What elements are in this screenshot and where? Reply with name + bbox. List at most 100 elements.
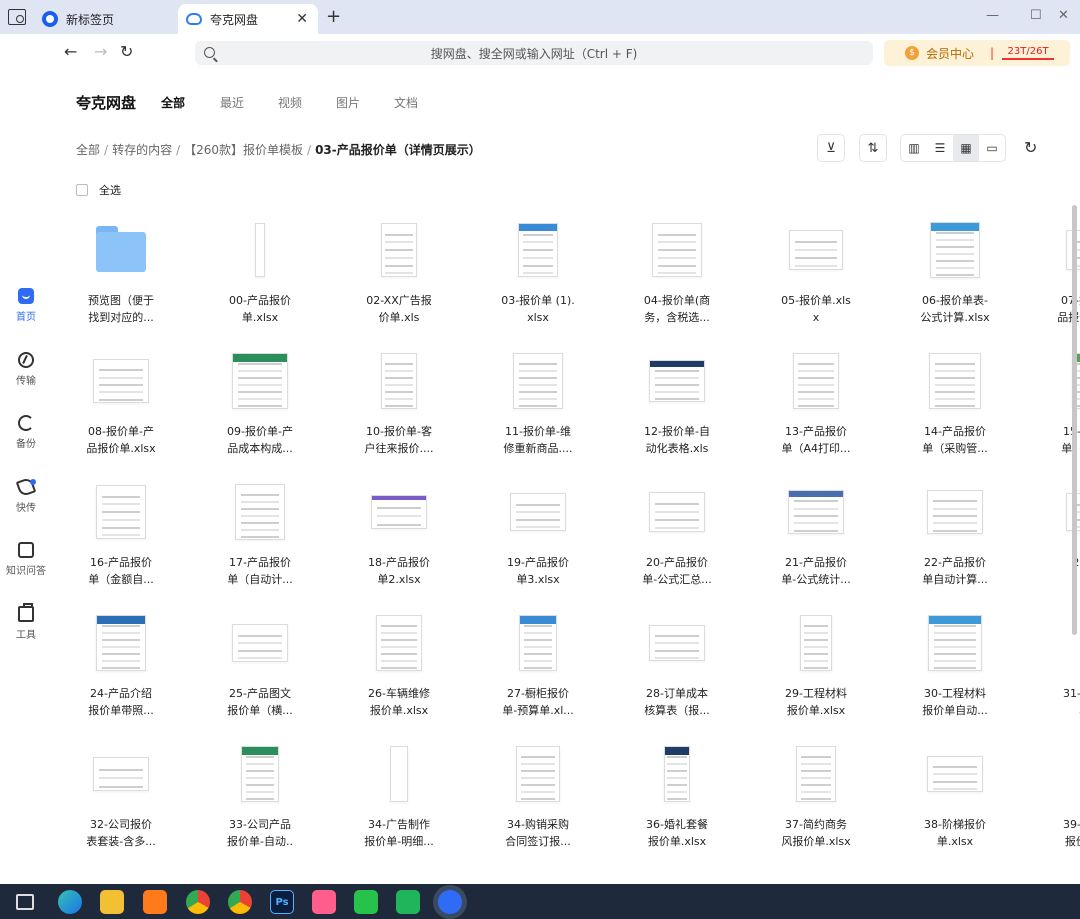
sidebar-item-tools[interactable]: 工具 [0,603,52,641]
taobao-icon[interactable] [143,890,167,914]
chrome-icon[interactable] [228,890,252,914]
wechat-icon[interactable] [354,890,378,914]
sidebar-item-backup[interactable]: 备份 [0,415,52,450]
file-item[interactable]: 39-快递运费报价单.xlsx [1033,742,1080,862]
folder-item[interactable]: 预览图（便于 找到对应的... [60,218,182,338]
messages-icon[interactable] [396,890,420,914]
knowledge-icon [18,542,34,558]
file-item[interactable]: 12-报价单-自 动化表格.xls [616,349,738,469]
file-item[interactable]: 17-产品报价 单（自动计... [199,480,321,600]
vip-center-button[interactable]: $ 会员中心 | 23T/26T [884,40,1070,66]
file-item[interactable]: 34-广告制作 报价单-明细... [338,742,460,862]
file-explorer-icon[interactable] [100,890,124,914]
file-item[interactable]: 09-报价单-产 品成本构成... [199,349,321,469]
file-item[interactable]: 30-工程材料 报价单自动... [894,611,1016,731]
file-item[interactable]: 00-产品报价 单.xlsx [199,218,321,338]
file-item[interactable]: 18-产品报价 单2.xlsx [338,480,460,600]
select-all-checkbox[interactable] [76,184,88,196]
close-window-button[interactable]: ✕ [1058,8,1069,23]
filter-tab-recent[interactable]: 最近 [220,94,244,111]
quark-icon[interactable] [438,890,462,914]
close-icon[interactable]: ✕ [296,11,308,27]
sidebar-item-transfer[interactable]: 传输 [0,352,52,387]
file-item[interactable]: 36-婚礼套餐 报价单.xlsx [616,742,738,862]
file-item[interactable]: 29-工程材料 报价单.xlsx [755,611,877,731]
file-item[interactable]: 22-产品报价 单自动计算... [894,480,1016,600]
file-name-line: 报价单-自动.. [227,835,293,848]
url-input[interactable]: 搜网盘、搜全网或输入网址（Ctrl + F) [195,41,873,65]
file-item[interactable]: 19-产品报价 单3.xlsx [477,480,599,600]
new-tab-button[interactable]: + [326,6,341,27]
file-item[interactable]: 13-产品报价 单（A4打印... [755,349,877,469]
forward-button[interactable]: → [94,42,107,61]
file-name: 37-简约商务 风报价单.xlsx [755,816,877,850]
sidebar-item-knowledge[interactable]: 知识问答 [0,542,52,577]
file-name-line: xlsx [527,311,549,324]
breadcrumb-item[interactable]: 全部 [76,143,100,157]
app-icon[interactable] [312,890,336,914]
breadcrumb-item[interactable]: 转存的内容 [112,143,172,157]
file-item[interactable]: 16-产品报价 单（金额自... [60,480,182,600]
select-all[interactable]: 全选 [76,182,121,198]
sidebar-item-label: 首页 [16,312,36,323]
url-placeholder: 搜网盘、搜全网或输入网址（Ctrl + F) [430,46,638,61]
color-app-icon[interactable] [186,890,210,914]
vip-label: 会员中心 [926,46,975,61]
file-item[interactable]: 08-报价单-产 品报价单.xlsx [60,349,182,469]
file-item[interactable]: 21-产品报价 单-公式统计... [755,480,877,600]
filter-tab-all[interactable]: 全部 [161,94,185,111]
file-item[interactable]: 38-阶梯报价 单.xlsx [894,742,1016,862]
task-view-icon[interactable] [16,894,34,910]
breadcrumb-current: 03-产品报价单（详情页展示） [315,143,481,157]
file-item[interactable]: 34-购销采购 合同签订报... [477,742,599,862]
breadcrumb-item[interactable]: 【260款】报价单模板 [184,143,303,157]
file-name: 25-产品图文 报价单（横... [199,685,321,719]
file-item[interactable]: 20-产品报价 单-公式汇总... [616,480,738,600]
file-item[interactable]: 28-订单成本 核算表（报... [616,611,738,731]
reload-button[interactable]: ↻ [120,42,133,61]
view-columns-button[interactable]: ▥ [901,135,927,161]
file-item[interactable]: 02-XX广告报 价单.xls [338,218,460,338]
sidebar-item-home[interactable]: 首页 [0,288,52,323]
file-item[interactable]: 37-简约商务 风报价单.xlsx [755,742,877,862]
file-name-line: 05-报价单.xls [781,294,851,307]
back-button[interactable]: ← [64,42,77,61]
edge-icon[interactable] [58,890,82,914]
file-item[interactable]: 11-报价单-维 修重新商品.... [477,349,599,469]
spreadsheet-thumbnail [649,492,705,532]
photoshop-icon[interactable]: Ps [270,890,294,914]
file-item[interactable]: 33-公司产品 报价单-自动.. [199,742,321,862]
file-item[interactable]: 32-公司报价 表套装-含多... [60,742,182,862]
view-list-button[interactable]: ☰ [927,135,953,161]
tab-search-icon[interactable] [8,9,26,25]
maximize-button[interactable]: ☐ [1030,8,1042,23]
filter-tab-doc[interactable]: 文档 [394,94,418,111]
file-item[interactable]: 05-报价单.xls x [755,218,877,338]
file-item[interactable]: 03-报价单 (1). xlsx [477,218,599,338]
file-item[interactable]: 04-报价单(商 务，含税选... [616,218,738,338]
file-name-line: 报价单带照... [88,704,154,717]
filter-button[interactable]: ⊻ [817,134,845,162]
file-name-line: 单2.xlsx [377,573,421,586]
file-item[interactable]: 14-产品报价 单（采购管... [894,349,1016,469]
tab-quark-drive[interactable]: 夸克网盘 ✕ [178,4,318,34]
sidebar-item-send[interactable]: 快传 [0,476,52,514]
sort-button[interactable]: ⇅ [859,134,887,162]
tab-new-tab[interactable]: 新标签页 [36,4,174,34]
file-item[interactable]: 27-橱柜报价 单-预算单.xl... [477,611,599,731]
file-item[interactable]: 26-车辆维修 报价单.xlsx [338,611,460,731]
filter-tab-image[interactable]: 图片 [336,94,360,111]
view-grid-button[interactable]: ▦ [953,135,979,161]
scrollbar[interactable] [1072,205,1077,635]
file-name: 21-产品报价 单-公式统计... [755,554,877,588]
file-item[interactable]: 06-报价单表- 公式计算.xlsx [894,218,1016,338]
filter-tab-video[interactable]: 视频 [278,94,302,111]
view-large-button[interactable]: ▭ [979,135,1005,161]
file-name: 39-快递运费报价单.xlsx [1033,816,1080,850]
file-item[interactable]: 10-报价单-客 户往来报价.... [338,349,460,469]
minimize-button[interactable]: — [986,8,999,23]
file-item[interactable]: 25-产品图文 报价单（横... [199,611,321,731]
file-name: 26-车辆维修 报价单.xlsx [338,685,460,719]
file-item[interactable]: 24-产品介绍 报价单带照... [60,611,182,731]
refresh-icon[interactable]: ↻ [1024,138,1037,157]
